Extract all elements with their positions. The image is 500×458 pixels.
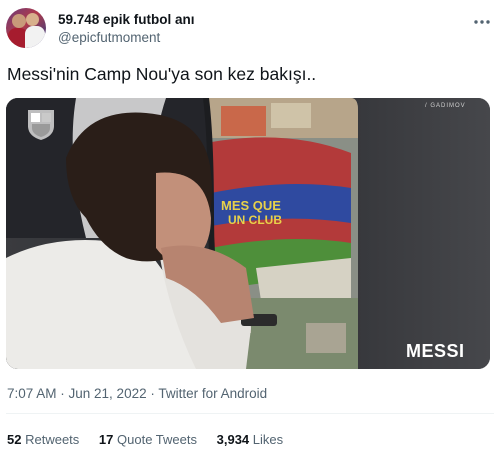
quote-tweets-stat[interactable]: 17 Quote Tweets — [99, 432, 197, 447]
tweet-header: 59.748 epik futbol anı @epicfutmoment — [6, 6, 494, 50]
author-handle[interactable]: @epicfutmoment — [58, 30, 160, 45]
svg-text:MES QUE: MES QUE — [221, 198, 281, 213]
likes-label: Likes — [252, 432, 284, 447]
tweet-stats: 52 Retweets 17 Quote Tweets 3,934 Likes — [7, 432, 299, 447]
retweets-label: Retweets — [25, 432, 80, 447]
likes-stat[interactable]: 3,934 Likes — [217, 432, 284, 447]
media-watermark-top: / GADIMOV — [425, 103, 466, 109]
retweets-stat[interactable]: 52 Retweets — [7, 432, 79, 447]
svg-text:UN CLUB: UN CLUB — [228, 213, 282, 227]
more-horizontal-icon[interactable] — [472, 12, 492, 32]
quote-tweets-label: Quote Tweets — [117, 432, 197, 447]
quote-tweets-count: 17 — [98, 432, 114, 447]
author-avatar[interactable] — [6, 8, 46, 48]
media-watermark-brand: MESSI — [406, 341, 465, 361]
likes-count: 3,934 — [216, 432, 250, 447]
tweet-timestamp-source[interactable]: 7:07 AM · Jun 21, 2022 · Twitter for And… — [7, 386, 267, 401]
divider — [6, 413, 494, 414]
tweet-media-image[interactable]: MES QUE UN CLUB — [6, 98, 490, 369]
author-display-name[interactable]: 59.748 epik futbol anı — [58, 12, 195, 27]
retweets-count: 52 — [7, 432, 22, 447]
tweet-text: Messi'nin Camp Nou'ya son kez bakışı.. — [7, 64, 317, 84]
